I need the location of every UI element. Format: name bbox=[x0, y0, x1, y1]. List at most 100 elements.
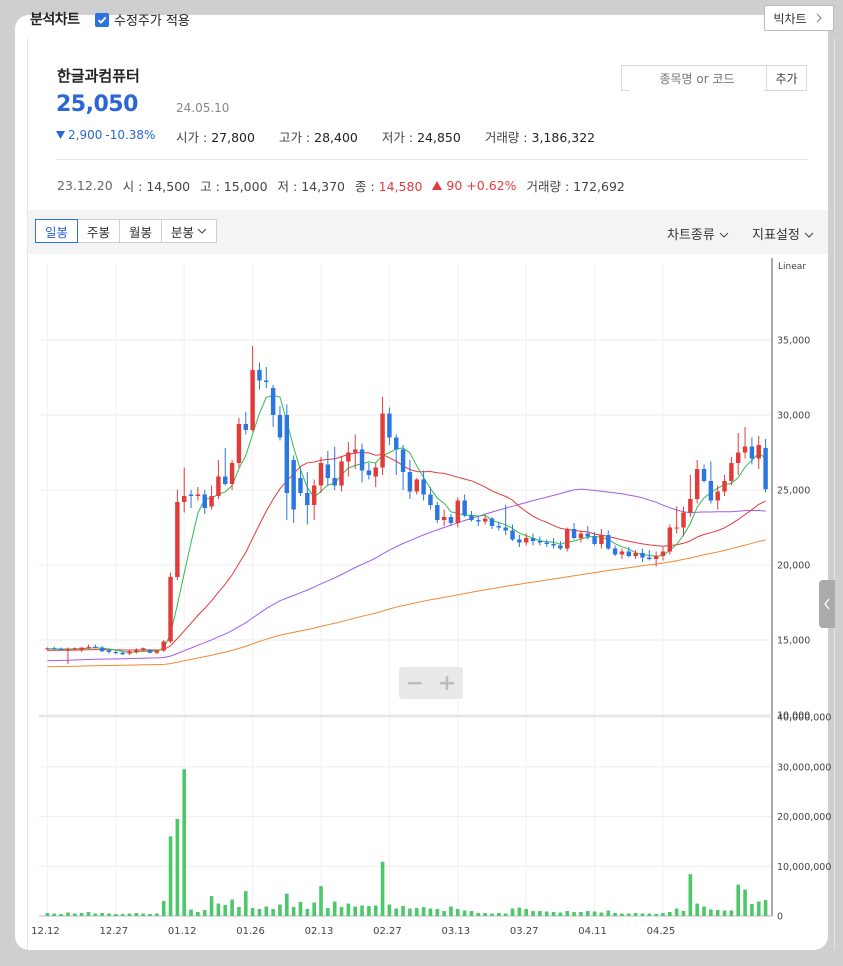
candle bbox=[537, 541, 543, 543]
volume-bar bbox=[332, 901, 337, 916]
volume-bar bbox=[606, 910, 611, 916]
candle bbox=[694, 469, 700, 499]
volume-bar bbox=[278, 904, 282, 916]
chevron-left-icon bbox=[824, 598, 830, 610]
candle bbox=[154, 650, 160, 653]
volume-bar bbox=[202, 910, 207, 916]
volume-bar bbox=[93, 913, 98, 916]
date-tick-label: 12.12 bbox=[31, 926, 60, 937]
candle bbox=[640, 553, 645, 558]
candle bbox=[394, 437, 399, 450]
candle bbox=[223, 476, 228, 484]
candle bbox=[496, 526, 502, 528]
candle bbox=[708, 481, 714, 501]
candle bbox=[448, 517, 454, 523]
candle bbox=[469, 515, 474, 520]
volume-bar bbox=[442, 911, 446, 916]
tab-daily[interactable]: 일봉 bbox=[35, 219, 79, 243]
candle bbox=[441, 517, 447, 520]
volume-bar bbox=[86, 912, 91, 916]
volume-bar bbox=[462, 910, 467, 916]
volume-bar bbox=[243, 891, 248, 916]
candle bbox=[311, 485, 317, 505]
volume-bar bbox=[168, 836, 173, 916]
candle bbox=[127, 651, 132, 654]
side-panel-handle[interactable] bbox=[819, 580, 835, 628]
volume-bar bbox=[196, 912, 200, 916]
candle bbox=[291, 460, 296, 510]
candle bbox=[134, 649, 139, 652]
candle bbox=[243, 424, 248, 430]
candle bbox=[305, 493, 310, 505]
candle bbox=[257, 370, 262, 381]
candle bbox=[688, 499, 693, 513]
volume-bar bbox=[743, 889, 747, 916]
volume-bar bbox=[654, 914, 658, 916]
volume-bar bbox=[120, 914, 125, 916]
volume-bar bbox=[373, 905, 378, 916]
date-tick-label: 04.25 bbox=[647, 926, 676, 937]
volume-bar bbox=[626, 913, 631, 916]
volume-bar bbox=[729, 910, 734, 916]
ma120-line bbox=[47, 539, 766, 668]
volume-bar bbox=[107, 913, 111, 916]
volume-bar bbox=[230, 899, 234, 916]
price-chart[interactable]: Linear 35,000 30,000 25,000 20,000 15,000 10,0… bbox=[0, 0, 843, 966]
volume-bar bbox=[722, 910, 727, 916]
zoom-out-button[interactable]: − bbox=[399, 667, 431, 699]
volume-bar bbox=[661, 913, 665, 916]
volume-bar bbox=[763, 900, 768, 916]
volume-bar bbox=[688, 874, 693, 916]
volume-bar bbox=[565, 911, 570, 916]
volume-bar bbox=[551, 912, 556, 916]
volume-bar bbox=[394, 908, 399, 916]
volume-bar bbox=[633, 913, 638, 916]
candle bbox=[140, 648, 146, 650]
candle bbox=[161, 641, 166, 651]
volume-tick-label: 10,000,000 bbox=[777, 862, 831, 873]
ma20-line bbox=[47, 451, 766, 651]
volume-bar bbox=[613, 913, 617, 916]
zoom-in-button[interactable]: + bbox=[431, 667, 463, 699]
volume-bar bbox=[326, 908, 330, 916]
volume-bar bbox=[483, 913, 487, 916]
candle bbox=[195, 494, 201, 496]
candle bbox=[660, 551, 666, 556]
candle bbox=[626, 551, 632, 556]
date-tick-label: 03.13 bbox=[441, 926, 470, 937]
candle bbox=[250, 370, 255, 430]
price-tick-label: 25,000 bbox=[777, 486, 810, 497]
volume-bar bbox=[695, 903, 699, 916]
volume-bar bbox=[339, 907, 344, 916]
candle bbox=[264, 380, 269, 382]
zoom-control: − + bbox=[399, 667, 463, 699]
volume-bar bbox=[756, 901, 761, 916]
candle bbox=[298, 478, 303, 493]
volume-bar bbox=[674, 908, 679, 916]
candle bbox=[147, 650, 153, 653]
volume-bar bbox=[435, 909, 440, 916]
candle bbox=[120, 652, 125, 655]
candle bbox=[647, 557, 652, 559]
volume-bar bbox=[257, 909, 262, 916]
volume-bar bbox=[408, 908, 412, 916]
candle bbox=[352, 449, 358, 453]
date-tick-label: 02.13 bbox=[305, 926, 334, 937]
volume-bar bbox=[579, 912, 583, 916]
volume-bar bbox=[291, 907, 296, 916]
candle bbox=[722, 481, 727, 492]
volume-bar bbox=[141, 913, 145, 916]
candle bbox=[517, 539, 522, 543]
candle bbox=[428, 494, 433, 505]
candle bbox=[284, 415, 290, 493]
volume-bar bbox=[45, 913, 50, 916]
candle bbox=[462, 500, 467, 516]
candle bbox=[749, 446, 755, 459]
price-tick-label: 20,000 bbox=[777, 561, 810, 572]
volume-bar bbox=[175, 818, 180, 916]
candle bbox=[318, 463, 324, 486]
volume-bar bbox=[223, 905, 228, 916]
volume-bar bbox=[640, 913, 645, 916]
volume-bar bbox=[52, 913, 57, 916]
scale-mode-label: Linear bbox=[778, 262, 806, 272]
